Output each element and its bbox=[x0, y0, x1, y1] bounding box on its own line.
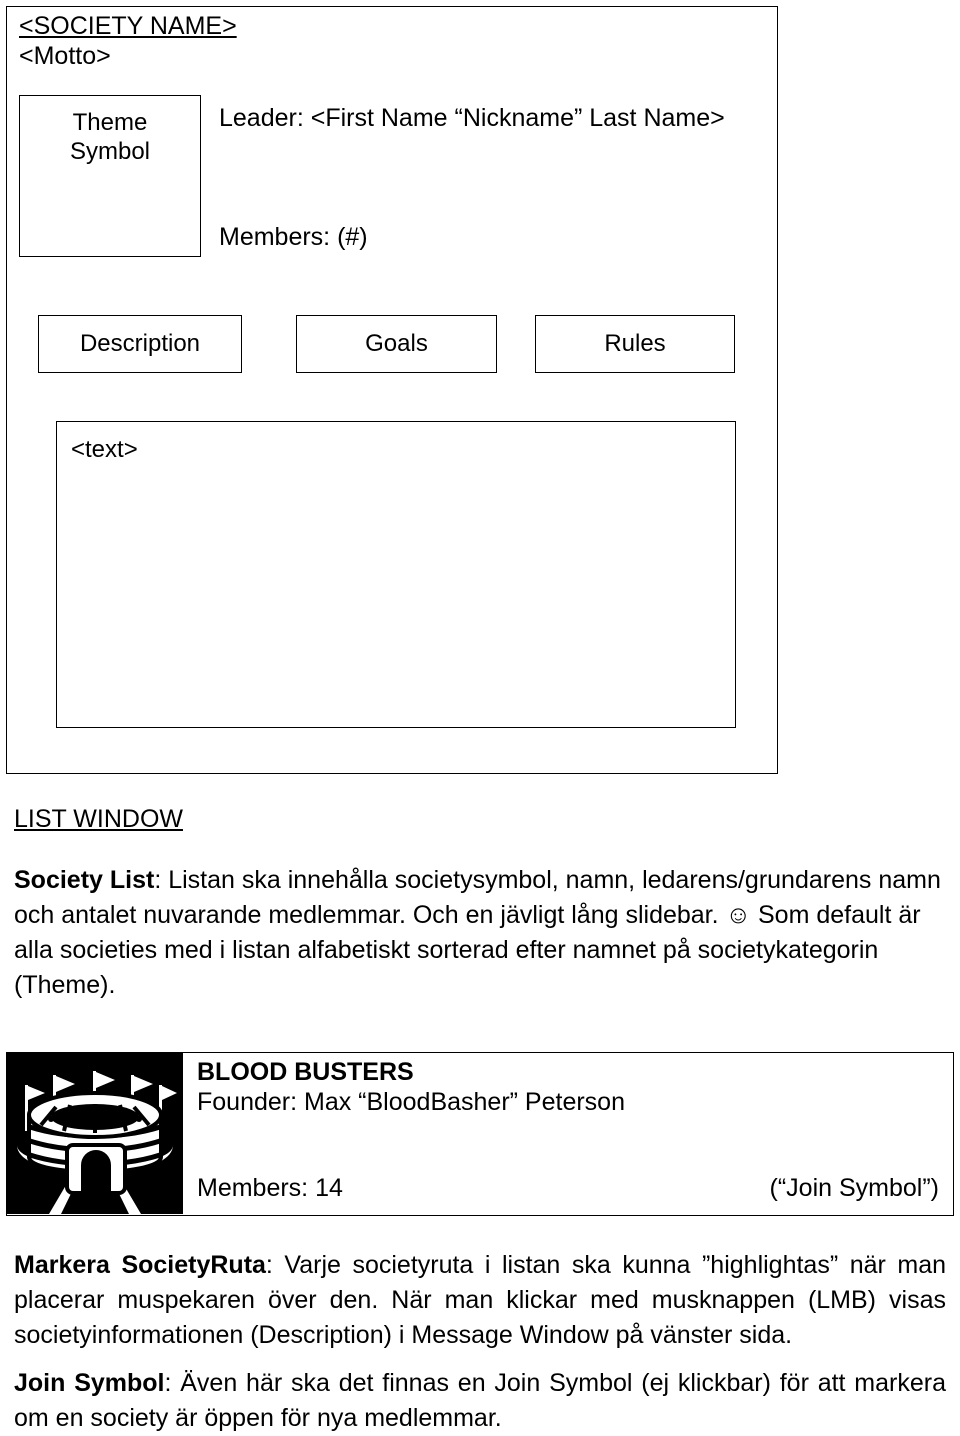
society-list-paragraph-label: Society List bbox=[14, 866, 155, 894]
society-tab-row: Description Goals Rules bbox=[7, 315, 777, 380]
theme-symbol-label-line1: Theme bbox=[72, 109, 148, 136]
tab-goals[interactable]: Goals bbox=[296, 315, 497, 373]
join-symbol-placeholder: (“Join Symbol”) bbox=[769, 1174, 939, 1202]
society-row-founder: Founder: Max “BloodBasher” Peterson bbox=[197, 1088, 625, 1116]
society-row-members: Members: 14 bbox=[197, 1174, 343, 1202]
tab-rules[interactable]: Rules bbox=[535, 315, 735, 373]
theme-symbol-label: Theme Symbol bbox=[20, 108, 200, 166]
society-list-paragraph-body: : Listan ska innehålla societysymbol, na… bbox=[14, 866, 941, 999]
society-motto: <Motto> bbox=[19, 42, 111, 70]
tab-description[interactable]: Description bbox=[38, 315, 242, 373]
society-detail-window: <SOCIETY NAME> <Motto> Theme Symbol Lead… bbox=[6, 6, 778, 774]
join-symbol-paragraph: Join Symbol: Även här ska det finnas en … bbox=[14, 1366, 946, 1436]
society-members-text: Members: (#) bbox=[219, 223, 368, 251]
society-name-title: <SOCIETY NAME> bbox=[19, 12, 237, 40]
society-row-title: BLOOD BUSTERS bbox=[197, 1058, 414, 1086]
society-row-body: BLOOD BUSTERS Founder: Max “BloodBasher”… bbox=[183, 1053, 953, 1215]
markera-societyruta-paragraph: Markera SocietyRuta: Varje societyruta i… bbox=[14, 1248, 946, 1353]
society-row[interactable]: BLOOD BUSTERS Founder: Max “BloodBasher”… bbox=[6, 1052, 954, 1216]
theme-symbol-label-line2: Symbol bbox=[69, 138, 151, 165]
join-symbol-label: Join Symbol bbox=[14, 1369, 165, 1397]
stadium-icon bbox=[7, 1053, 183, 1214]
markera-societyruta-label: Markera SocietyRuta bbox=[14, 1251, 266, 1279]
society-list-paragraph: Society List: Listan ska innehålla socie… bbox=[14, 863, 944, 1003]
theme-symbol-placeholder-box: Theme Symbol bbox=[19, 95, 201, 257]
society-text-area[interactable]: <text> bbox=[56, 421, 736, 728]
society-text-area-placeholder: <text> bbox=[71, 436, 138, 463]
list-window-heading: LIST WINDOW bbox=[14, 805, 183, 833]
society-leader-text: Leader: <First Name “Nickname” Last Name… bbox=[219, 104, 725, 132]
